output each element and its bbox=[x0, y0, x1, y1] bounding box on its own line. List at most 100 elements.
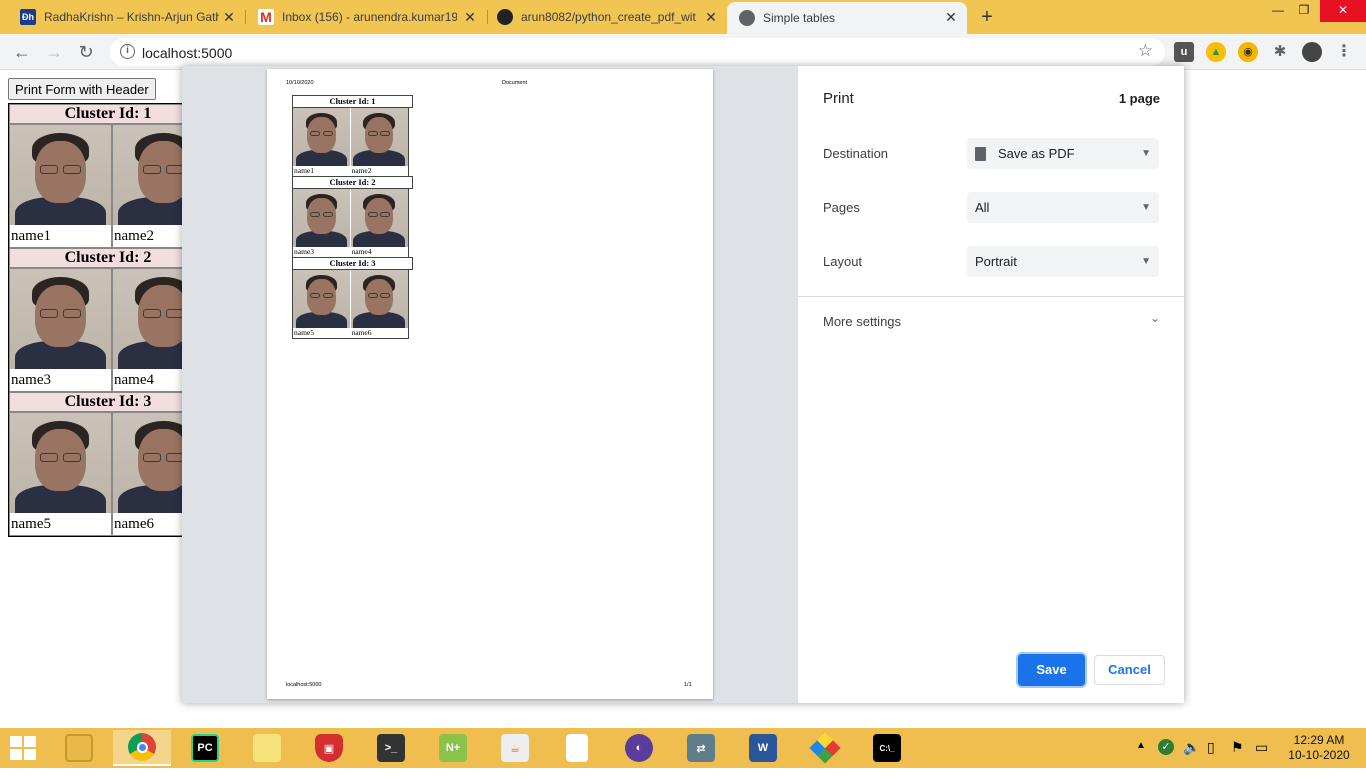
preview-cluster-row: name5 name6 bbox=[292, 270, 409, 339]
layout-select[interactable]: Portrait ▼ bbox=[967, 246, 1159, 277]
back-icon[interactable]: ← bbox=[10, 40, 34, 64]
close-icon[interactable]: ✕ bbox=[221, 9, 237, 26]
browser-app-icon[interactable]: ◐ bbox=[610, 730, 668, 766]
terminal-app-icon[interactable]: >_ bbox=[362, 730, 420, 766]
person-photo bbox=[293, 270, 350, 328]
person-photo bbox=[10, 413, 111, 513]
volume-icon[interactable]: 🔈 bbox=[1183, 739, 1200, 779]
sticky-notes-icon[interactable] bbox=[238, 730, 296, 766]
more-settings-toggle[interactable]: More settings bbox=[823, 314, 901, 329]
clock[interactable]: 12:29 AM 10-10-2020 bbox=[1284, 733, 1354, 763]
pages-select[interactable]: All ▼ bbox=[967, 192, 1159, 223]
cluster-row: name1 name2 bbox=[9, 124, 215, 248]
extension-icon[interactable]: ◉ bbox=[1238, 42, 1258, 62]
close-window-button[interactable]: ✕ bbox=[1320, 0, 1366, 22]
person-name: name3 bbox=[11, 372, 51, 388]
page-count: 1 page bbox=[1118, 91, 1160, 106]
tab-title: Inbox (156) - arunendra.kumar19 bbox=[282, 10, 457, 24]
app-icon[interactable] bbox=[796, 730, 854, 766]
gmail-icon: M bbox=[258, 9, 274, 25]
menu-icon[interactable]: ⋮ bbox=[1334, 42, 1354, 62]
preview-cluster-row: name3 name4 bbox=[292, 189, 409, 257]
chevron-up-icon[interactable]: ▲ bbox=[1136, 740, 1146, 780]
preview-page-number: 1/1 bbox=[684, 682, 692, 688]
layout-label: Layout bbox=[823, 254, 863, 269]
preview-person-cell: name3 bbox=[293, 189, 351, 257]
file-explorer-icon[interactable] bbox=[50, 730, 108, 766]
preview-person-name: name3 bbox=[294, 247, 314, 256]
person-cell: name3 bbox=[9, 268, 112, 392]
dropdown-arrow-icon: ▼ bbox=[1141, 148, 1151, 159]
dropdown-arrow-icon: ▼ bbox=[1141, 202, 1151, 213]
tab-github[interactable]: arun8082/python_create_pdf_wit ✕ bbox=[477, 0, 727, 34]
destination-select[interactable]: Save as PDF ▼ bbox=[967, 138, 1159, 169]
globe-icon bbox=[739, 10, 755, 26]
person-photo bbox=[293, 189, 350, 247]
maximize-button[interactable]: ❐ bbox=[1286, 0, 1322, 22]
save-button[interactable]: Save bbox=[1018, 654, 1085, 686]
new-tab-button[interactable]: + bbox=[976, 6, 998, 29]
ublock-icon[interactable]: u bbox=[1174, 42, 1194, 62]
word-icon[interactable]: W bbox=[734, 730, 792, 766]
preview-person-name: name4 bbox=[351, 247, 372, 256]
print-settings-panel: Print 1 page Destination Save as PDF ▼ P… bbox=[798, 66, 1184, 703]
network-icon[interactable]: ▭ bbox=[1255, 739, 1268, 779]
java-icon[interactable]: ☕ bbox=[486, 730, 544, 766]
cluster-header: Cluster Id: 2 bbox=[9, 248, 207, 268]
close-icon[interactable]: ✕ bbox=[462, 9, 478, 26]
site-icon: Đh bbox=[20, 9, 36, 25]
battery-icon[interactable]: ▯ bbox=[1207, 739, 1215, 779]
person-photo bbox=[10, 269, 111, 369]
preview-person-cell: name1 bbox=[293, 108, 351, 176]
tab-title: arun8082/python_create_pdf_wit bbox=[521, 10, 696, 24]
tab-simple-tables[interactable]: Simple tables ✕ bbox=[727, 2, 967, 34]
drive-extension-icon[interactable]: ▲ bbox=[1206, 42, 1226, 62]
preview-cluster-header: Cluster Id: 2 bbox=[292, 176, 413, 189]
preview-doc-title: Document bbox=[502, 80, 528, 86]
cancel-button[interactable]: Cancel bbox=[1094, 655, 1165, 685]
pycharm-icon[interactable]: PC bbox=[176, 730, 234, 766]
taskbar: PC ▣ >_ N+ ☕ ◐ ⇄ W C:\_ ▲ ✓ 🔈 ▯ ⚑ ▭ 12:2… bbox=[0, 728, 1366, 768]
preview-cluster-header: Cluster Id: 3 bbox=[292, 257, 413, 270]
close-icon[interactable]: ✕ bbox=[943, 9, 959, 26]
security-app-icon[interactable]: ▣ bbox=[300, 730, 358, 766]
preview-person-cell: name5 bbox=[293, 270, 351, 338]
preview-footer-url: localhost:5000 bbox=[286, 682, 322, 688]
tab-inbox[interactable]: M Inbox (156) - arunendra.kumar19 ✕ bbox=[238, 0, 486, 34]
cluster-header: Cluster Id: 3 bbox=[9, 392, 207, 412]
forward-icon[interactable]: → bbox=[42, 40, 66, 64]
avatar[interactable] bbox=[1302, 42, 1322, 62]
info-icon[interactable]: i bbox=[120, 44, 135, 59]
vpn-app-icon[interactable]: ⇄ bbox=[672, 730, 730, 766]
reload-icon[interactable]: ↻ bbox=[74, 40, 98, 64]
notepad-plus-icon[interactable]: N+ bbox=[424, 730, 482, 766]
person-name: name5 bbox=[11, 516, 51, 532]
person-name: name1 bbox=[11, 228, 51, 244]
close-icon[interactable]: ✕ bbox=[703, 9, 719, 26]
preview-cluster-row: name1 name2 bbox=[292, 108, 409, 176]
preview-person-name: name5 bbox=[294, 328, 314, 337]
tab-strip: Đh RadhaKrishn – Krishn-Arjun Gath ✕ M I… bbox=[0, 0, 1366, 34]
tab-radhakrishn[interactable]: Đh RadhaKrishn – Krishn-Arjun Gath ✕ bbox=[0, 0, 245, 34]
person-photo bbox=[10, 125, 111, 225]
shield-icon[interactable]: ✓ bbox=[1158, 739, 1174, 755]
file-icon[interactable] bbox=[548, 730, 606, 766]
person-photo bbox=[350, 270, 408, 328]
clock-time: 12:29 AM bbox=[1293, 733, 1345, 747]
print-form-button[interactable]: Print Form with Header bbox=[8, 78, 156, 100]
preview-person-name: name1 bbox=[294, 166, 314, 175]
destination-value: Save as PDF bbox=[998, 146, 1075, 161]
command-prompt-icon[interactable]: C:\_ bbox=[858, 730, 916, 766]
bookmark-star-icon[interactable]: ☆ bbox=[1138, 41, 1153, 61]
puzzle-icon[interactable]: ✱ bbox=[1270, 42, 1290, 62]
preview-person-cell: name6 bbox=[350, 270, 409, 338]
preview-cluster-header: Cluster Id: 1 bbox=[292, 95, 413, 108]
preview-person-name: name2 bbox=[351, 166, 372, 175]
chevron-down-icon[interactable]: ⌄ bbox=[1150, 311, 1160, 325]
windows-start-icon[interactable] bbox=[10, 736, 38, 760]
url-text: localhost:5000 bbox=[142, 45, 233, 61]
chrome-icon[interactable] bbox=[113, 730, 171, 766]
document-icon bbox=[975, 146, 986, 161]
address-bar[interactable]: i localhost:5000 ☆ bbox=[110, 38, 1165, 66]
flag-icon[interactable]: ⚑ bbox=[1231, 739, 1244, 779]
